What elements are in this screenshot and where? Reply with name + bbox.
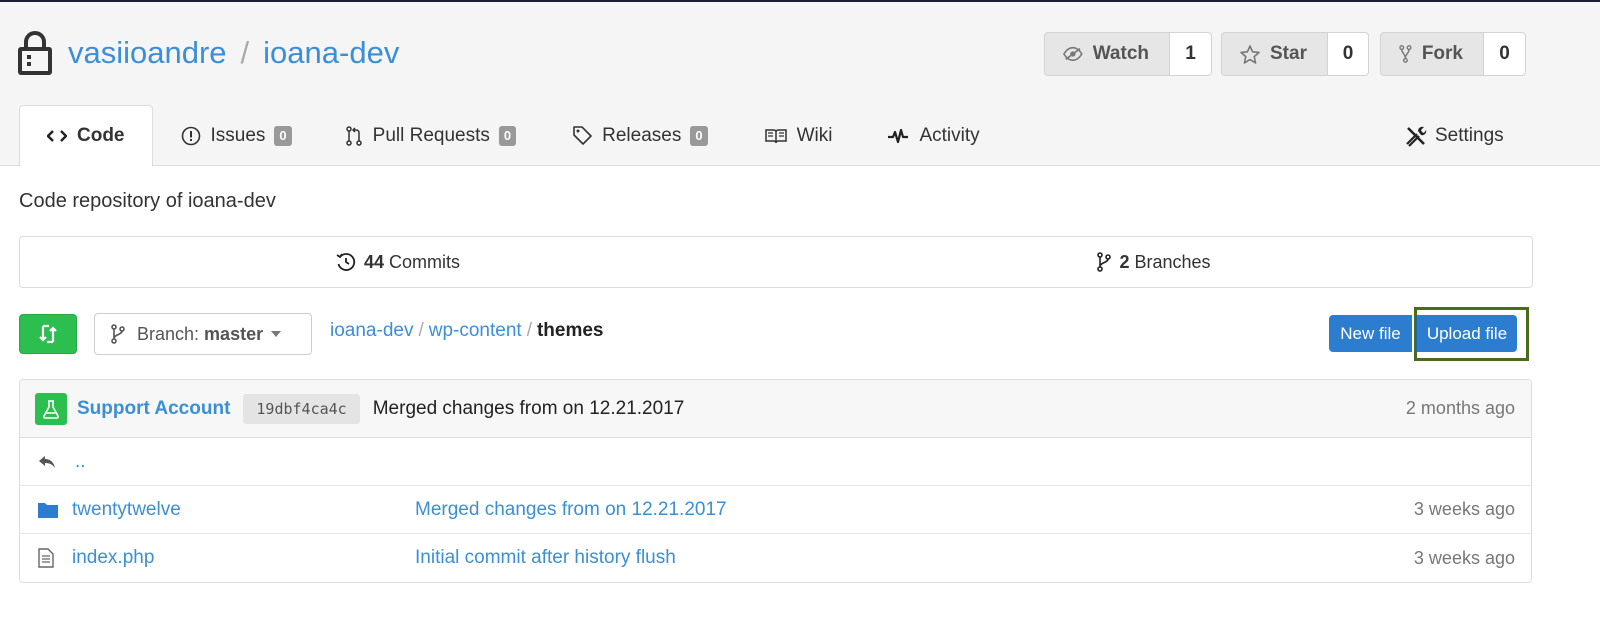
- tab-activity-label: Activity: [919, 124, 980, 146]
- parent-directory-link[interactable]: ..: [75, 451, 86, 473]
- avatar[interactable]: [35, 392, 67, 425]
- commit-time: 2 months ago: [1405, 398, 1515, 418]
- file-name-link[interactable]: index.php: [72, 547, 154, 569]
- latest-commit-row: Support Account 19dbf4ca4c Merged change…: [20, 380, 1531, 438]
- branch-icon: [111, 324, 125, 344]
- flask-icon: [43, 399, 59, 419]
- file-listing: Support Account 19dbf4ca4c Merged change…: [19, 379, 1532, 583]
- breadcrumb-wp-content-link[interactable]: wp-content: [429, 320, 522, 342]
- releases-count-badge: 0: [690, 125, 708, 146]
- breadcrumb-root-link[interactable]: ioana-dev: [330, 320, 413, 342]
- fork-group: Fork 0: [1380, 32, 1526, 76]
- commit-sha-button[interactable]: 19dbf4ca4c: [243, 393, 360, 424]
- watch-group: Watch 1: [1044, 32, 1212, 76]
- watch-label: Watch: [1092, 43, 1149, 64]
- fork-button[interactable]: Fork: [1380, 32, 1483, 76]
- tab-issues-label: Issues: [210, 124, 266, 146]
- fork-count[interactable]: 0: [1483, 32, 1526, 76]
- fork-icon: [1399, 45, 1412, 63]
- tab-releases[interactable]: Releases 0: [516, 105, 708, 166]
- issues-count-badge: 0: [274, 125, 292, 146]
- star-button[interactable]: Star: [1221, 32, 1327, 76]
- branches-label: Branches: [1134, 251, 1211, 272]
- tab-wiki-label: Wiki: [796, 124, 833, 146]
- fork-label: Fork: [1421, 43, 1463, 64]
- tab-code-label: Code: [77, 125, 125, 146]
- commits-count: 44: [363, 251, 385, 272]
- tab-settings[interactable]: Settings: [1405, 105, 1504, 166]
- watch-count[interactable]: 1: [1169, 32, 1212, 76]
- table-row[interactable]: index.php Initial commit after history f…: [20, 534, 1531, 582]
- list-item[interactable]: ..: [20, 438, 1531, 486]
- pull-requests-count-badge: 0: [498, 125, 517, 146]
- repo-stats-bar: 44 Commits 2 Branches: [19, 236, 1533, 288]
- tools-icon: [1406, 126, 1427, 147]
- compare-icon: [39, 324, 57, 344]
- breadcrumb-separator: /: [526, 320, 532, 341]
- issue-icon: [181, 126, 200, 145]
- chevron-down-icon: [271, 331, 282, 337]
- repo-description: Code repository of ioana-dev: [19, 190, 276, 212]
- tab-activity[interactable]: Activity: [832, 105, 980, 166]
- tab-issues[interactable]: Issues 0: [153, 105, 292, 166]
- commits-label: Commits: [389, 251, 461, 272]
- branch-label: Branch:: [137, 323, 200, 344]
- commits-stat[interactable]: 44 Commits: [20, 237, 776, 287]
- branch-name: master: [204, 323, 264, 344]
- table-row[interactable]: twentytwelve Merged changes from on 12.2…: [20, 486, 1531, 534]
- file-time: 3 weeks ago: [1413, 499, 1515, 519]
- folder-icon: [38, 502, 58, 518]
- tab-pull-requests[interactable]: Pull Requests 0: [292, 105, 517, 166]
- tab-settings-label: Settings: [1435, 124, 1504, 146]
- commit-message: Merged changes from on 12.21.2017: [372, 397, 685, 419]
- upload-file-button[interactable]: Upload file: [1416, 315, 1517, 352]
- branch-dropdown[interactable]: Branch: master: [94, 313, 312, 355]
- star-label: Star: [1270, 43, 1307, 64]
- code-icon: [47, 130, 67, 142]
- branch-icon: [1097, 252, 1112, 272]
- star-group: Star 0: [1221, 32, 1369, 76]
- pulse-icon: [888, 128, 909, 143]
- book-icon: [764, 128, 787, 143]
- reply-icon: [39, 455, 55, 468]
- pull-request-icon: [345, 125, 362, 146]
- lock-icon: [18, 31, 52, 75]
- eye-slash-icon: [1063, 46, 1083, 62]
- new-file-button[interactable]: New file: [1329, 315, 1412, 352]
- tab-pull-requests-label: Pull Requests: [372, 124, 490, 146]
- tab-wiki[interactable]: Wiki: [708, 105, 833, 166]
- history-icon: [336, 253, 356, 271]
- commit-author-link[interactable]: Support Account: [77, 398, 230, 420]
- tab-releases-label: Releases: [602, 124, 682, 146]
- star-count[interactable]: 0: [1327, 32, 1369, 76]
- path-breadcrumb: ioana-dev / wp-content / themes: [330, 320, 604, 342]
- repo-title-separator: /: [240, 35, 250, 70]
- file-time: 3 weeks ago: [1413, 547, 1515, 568]
- branches-count: 2: [1119, 251, 1130, 272]
- file-commit-link[interactable]: Initial commit after history flush: [415, 547, 676, 569]
- watch-button[interactable]: Watch: [1044, 32, 1169, 76]
- breadcrumb-current: themes: [536, 320, 604, 341]
- star-icon: [1240, 44, 1260, 64]
- repo-title: vasiioandre / ioana-dev: [18, 28, 399, 78]
- file-name-link[interactable]: twentytwelve: [72, 499, 181, 521]
- repo-tabs: Code Issues 0 Pull Requests 0 Releases 0: [19, 105, 980, 167]
- branches-stat[interactable]: 2 Branches: [776, 237, 1532, 287]
- file-commit-link[interactable]: Merged changes from on 12.21.2017: [415, 499, 727, 521]
- repo-owner-link[interactable]: vasiioandre: [68, 35, 227, 71]
- compare-button[interactable]: [19, 314, 77, 354]
- file-icon: [38, 548, 54, 568]
- breadcrumb-separator: /: [418, 320, 424, 341]
- tag-icon: [573, 126, 592, 145]
- repo-name-link[interactable]: ioana-dev: [263, 35, 399, 71]
- tab-code[interactable]: Code: [19, 105, 153, 167]
